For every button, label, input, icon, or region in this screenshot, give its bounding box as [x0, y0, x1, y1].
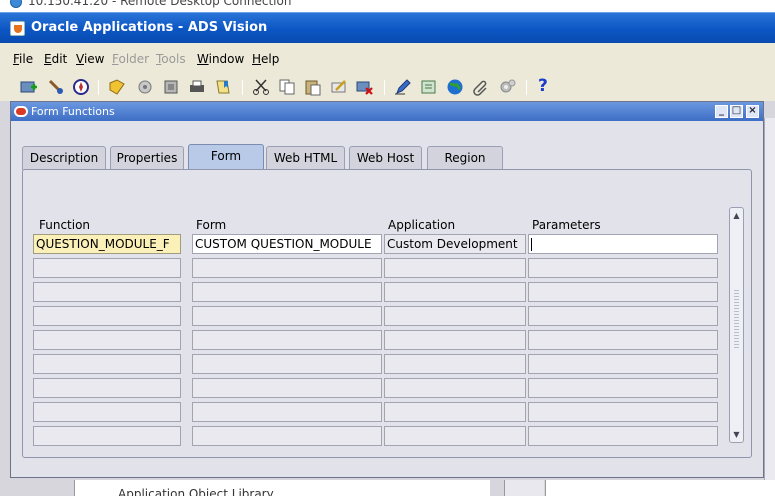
form-field[interactable] — [192, 306, 382, 326]
switch-responsibility-icon[interactable] — [136, 78, 154, 96]
column-header-application: Application — [388, 218, 456, 232]
menu-window[interactable]: Window — [197, 52, 244, 66]
app-title: Oracle Applications - ADS Vision — [31, 20, 268, 35]
function-field[interactable] — [33, 426, 181, 446]
vertical-scrollbar[interactable]: ▲ ▼ — [729, 207, 744, 443]
edit-field-icon[interactable] — [394, 78, 412, 96]
function-field[interactable] — [33, 306, 181, 326]
parameters-field[interactable] — [528, 258, 718, 278]
tab-web-html[interactable]: Web HTML — [266, 146, 345, 170]
form-field[interactable] — [192, 402, 382, 422]
help-icon[interactable]: ? — [538, 76, 548, 96]
form-field[interactable] — [192, 330, 382, 350]
paste-icon[interactable] — [304, 78, 322, 96]
form-field[interactable] — [192, 282, 382, 302]
menu-edit[interactable]: Edit — [44, 52, 67, 66]
function-field[interactable] — [33, 402, 181, 422]
parameters-field[interactable] — [528, 282, 718, 302]
delete-record-icon[interactable] — [356, 78, 374, 96]
form-field[interactable] — [192, 378, 382, 398]
form-field[interactable]: CUSTOM QUESTION_MODULE — [192, 234, 382, 254]
function-field[interactable]: QUESTION_MODULE_F — [33, 234, 181, 254]
form-field[interactable] — [192, 354, 382, 374]
new-record-icon[interactable] — [20, 78, 38, 96]
scroll-up-icon[interactable]: ▲ — [732, 211, 741, 220]
application-field[interactable] — [384, 282, 526, 302]
folder-tools-icon[interactable] — [498, 78, 516, 96]
app-title-bar: Oracle Applications - ADS Vision — [0, 12, 775, 43]
application-field[interactable] — [384, 258, 526, 278]
bookmark-icon[interactable] — [214, 78, 232, 96]
scroll-down-icon[interactable]: ▼ — [732, 430, 741, 439]
application-field[interactable] — [384, 402, 526, 422]
parameters-field[interactable] — [528, 330, 718, 350]
minimize-button[interactable]: _ — [715, 105, 728, 118]
print-icon[interactable] — [162, 78, 180, 96]
copy-icon[interactable] — [278, 78, 296, 96]
java-icon — [10, 21, 25, 36]
find-icon[interactable] — [47, 78, 65, 96]
remote-desktop-bar: 10.150.41.20 - Remote Desktop Connection — [0, 0, 775, 12]
column-header-function: Function — [39, 218, 91, 232]
column-header-form: Form — [196, 218, 227, 232]
oracle-icon — [14, 106, 28, 117]
form-functions-window: Form Functions _ □ × Description Propert… — [10, 101, 764, 478]
application-field[interactable]: Custom Development — [384, 234, 526, 254]
menu-bar: File Edit View Folder Tools Window Help — [0, 43, 775, 73]
menu-help[interactable]: Help — [252, 52, 279, 66]
remote-desktop-title: 10.150.41.20 - Remote Desktop Connection — [28, 0, 292, 8]
toolbar: ? — [0, 73, 775, 101]
application-field[interactable] — [384, 426, 526, 446]
background-window-edge — [764, 118, 775, 480]
function-field[interactable] — [33, 330, 181, 350]
clear-record-icon[interactable] — [330, 78, 348, 96]
function-field[interactable] — [33, 354, 181, 374]
menu-folder[interactable]: Folder — [112, 52, 149, 66]
parameters-field[interactable] — [528, 306, 718, 326]
navigator-icon[interactable] — [72, 78, 90, 96]
function-field[interactable] — [33, 378, 181, 398]
maximize-button[interactable]: □ — [730, 105, 743, 118]
column-header-parameters: Parameters — [532, 218, 601, 232]
function-field[interactable] — [33, 282, 181, 302]
remote-desktop-icon — [10, 0, 22, 8]
form-window-title-bar[interactable]: Form Functions _ □ × — [11, 102, 763, 121]
close-button[interactable]: × — [746, 105, 759, 118]
zoom-icon[interactable] — [420, 78, 438, 96]
tab-region[interactable]: Region — [427, 146, 503, 170]
application-field[interactable] — [384, 378, 526, 398]
tab-form[interactable]: Form — [188, 144, 264, 171]
attachments-icon[interactable] — [472, 78, 490, 96]
menu-file[interactable]: File — [13, 52, 33, 66]
background-navigator-buttons — [504, 480, 544, 496]
tab-description[interactable]: Description — [22, 146, 106, 170]
parameters-field[interactable] — [528, 378, 718, 398]
translations-icon[interactable] — [446, 78, 464, 96]
form-window-title: Form Functions — [31, 105, 115, 118]
application-field[interactable] — [384, 354, 526, 374]
background-list-item: Application Object Library — [118, 487, 274, 496]
parameters-field[interactable] — [528, 402, 718, 422]
save-icon[interactable] — [108, 78, 126, 96]
parameters-field[interactable] — [528, 354, 718, 374]
tab-properties[interactable]: Properties — [110, 146, 184, 170]
tab-web-host[interactable]: Web Host — [349, 146, 422, 170]
scroll-grip[interactable] — [734, 290, 739, 350]
form-field[interactable] — [192, 426, 382, 446]
menu-tools[interactable]: Tools — [156, 52, 186, 66]
menu-view[interactable]: View — [76, 52, 104, 66]
parameters-field[interactable] — [528, 234, 718, 254]
application-field[interactable] — [384, 330, 526, 350]
function-field[interactable] — [33, 258, 181, 278]
form-field[interactable] — [192, 258, 382, 278]
cut-icon[interactable] — [252, 78, 270, 96]
application-field[interactable] — [384, 306, 526, 326]
close-form-icon[interactable] — [188, 78, 206, 96]
background-navigator-list-right — [545, 480, 775, 496]
parameters-field[interactable] — [528, 426, 718, 446]
